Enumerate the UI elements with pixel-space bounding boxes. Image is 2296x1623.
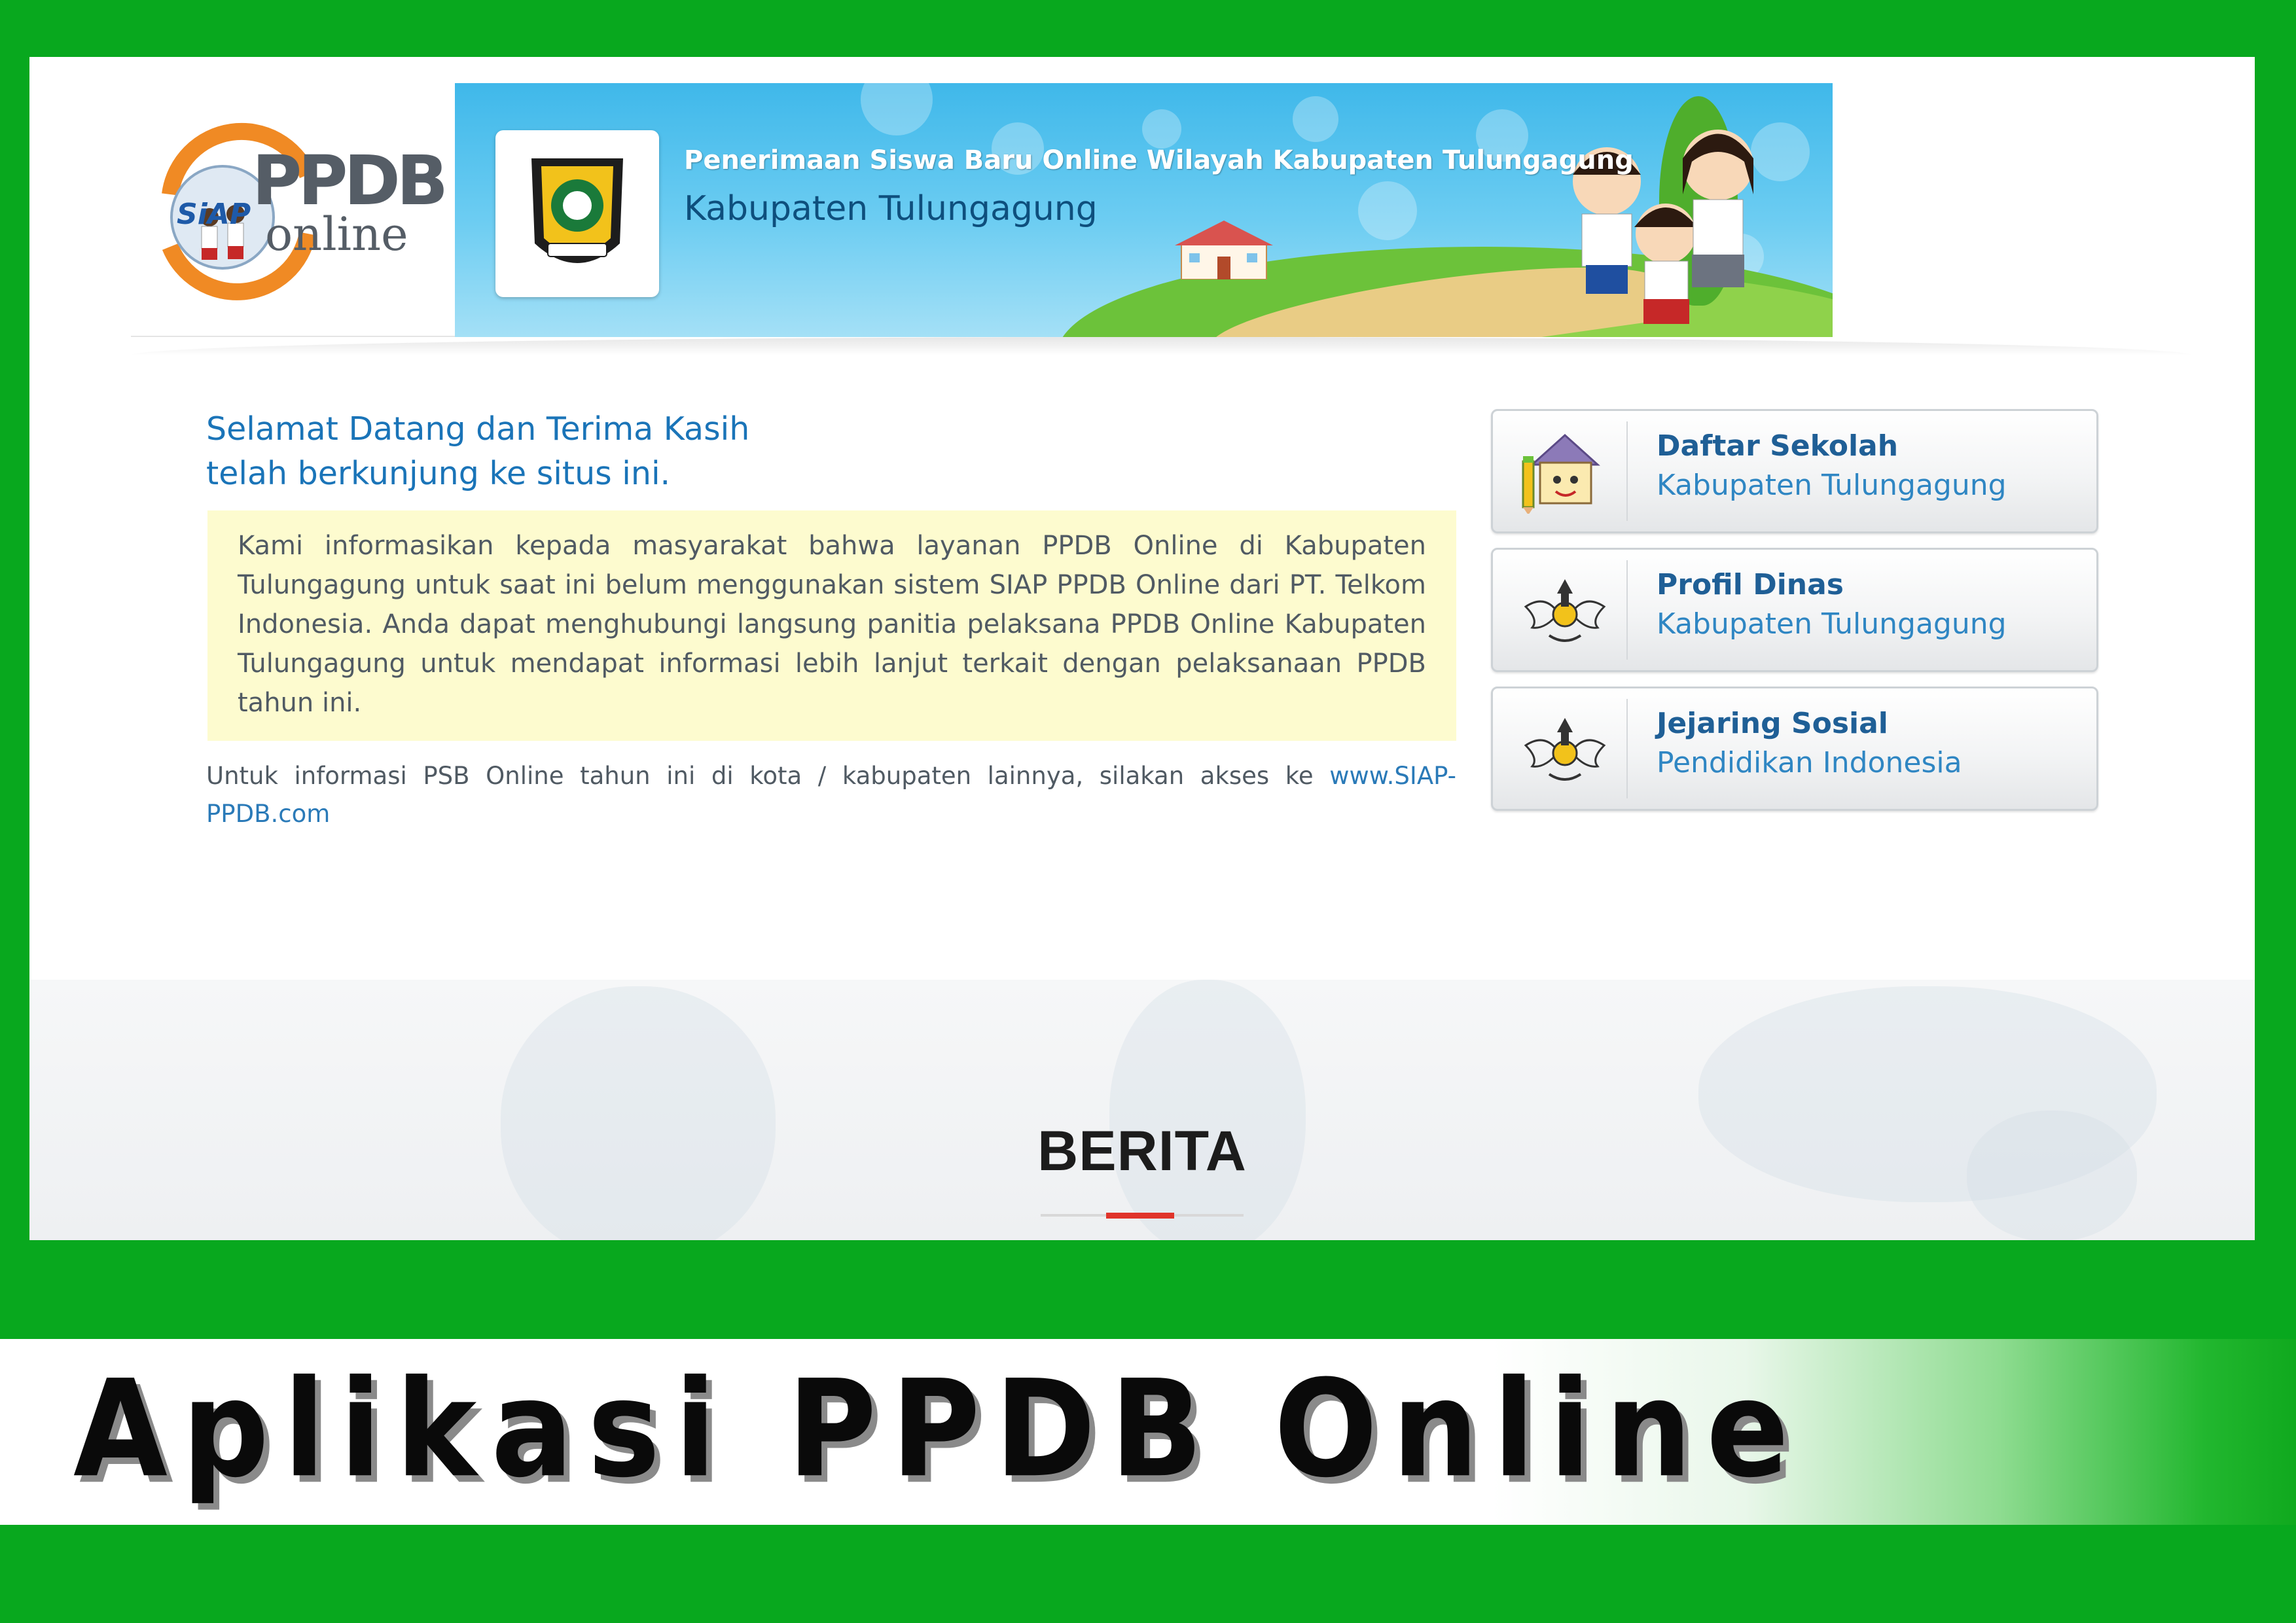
banner-subheadline: Kabupaten Tulungagung xyxy=(684,189,1098,228)
profil-dinas-button[interactable]: Profil Dinas Kabupaten Tulungagung xyxy=(1491,548,2098,672)
side-button-subtitle: Kabupaten Tulungagung xyxy=(1657,469,2007,502)
school-building-illustration xyxy=(1175,221,1273,279)
school-house-icon xyxy=(1503,421,1628,521)
site-header: SiAP PPDB online Penerimaan Siswa Baru O… xyxy=(131,83,2193,355)
side-button-title: Daftar Sekolah xyxy=(1657,429,1899,463)
logo-badge: SiAP xyxy=(177,198,251,231)
banner-headline: Penerimaan Siswa Baru Online Wilayah Kab… xyxy=(684,145,1634,175)
caption-text: Aplikasi PPDB Online xyxy=(73,1351,1804,1507)
news-section-background xyxy=(29,980,2255,1240)
news-section-title: BERITA xyxy=(1037,1120,1247,1183)
header-shadow xyxy=(131,337,2193,355)
students-illustration xyxy=(1573,130,1753,324)
logo-text-bottom: online xyxy=(265,207,408,261)
welcome-heading-line2: telah berkunjung ke situs ini. xyxy=(206,455,671,492)
welcome-heading-line1: Selamat Datang dan Terima Kasih xyxy=(206,410,750,448)
notice-box: Kami informasikan kepada masyarakat bahw… xyxy=(207,510,1456,741)
jejaring-sosial-button[interactable]: Jejaring Sosial Pendidikan Indonesia xyxy=(1491,687,2098,811)
tut-wuri-emblem-icon xyxy=(1503,699,1628,798)
side-button-title: Profil Dinas xyxy=(1657,568,1844,601)
side-button-subtitle: Pendidikan Indonesia xyxy=(1657,746,1962,779)
note-text: Untuk informasi PSB Online tahun ini di … xyxy=(206,762,1330,790)
title-divider-accent xyxy=(1106,1213,1174,1219)
welcome-heading: Selamat Datang dan Terima Kasih telah be… xyxy=(206,407,992,496)
other-region-note: Untuk informasi PSB Online tahun ini di … xyxy=(206,757,1456,833)
kabupaten-emblem xyxy=(495,130,659,297)
header-banner: Penerimaan Siswa Baru Online Wilayah Kab… xyxy=(455,83,1833,337)
browser-page: SiAP PPDB online Penerimaan Siswa Baru O… xyxy=(29,57,2255,1240)
side-button-title: Jejaring Sosial xyxy=(1657,707,1888,740)
side-button-subtitle: Kabupaten Tulungagung xyxy=(1657,607,2007,641)
ppdb-online-logo[interactable]: SiAP PPDB online xyxy=(131,83,458,337)
notice-text: Kami informasikan kepada masyarakat bahw… xyxy=(238,531,1426,718)
tut-wuri-emblem-icon xyxy=(1503,560,1628,660)
daftar-sekolah-button[interactable]: Daftar Sekolah Kabupaten Tulungagung xyxy=(1491,409,2098,533)
